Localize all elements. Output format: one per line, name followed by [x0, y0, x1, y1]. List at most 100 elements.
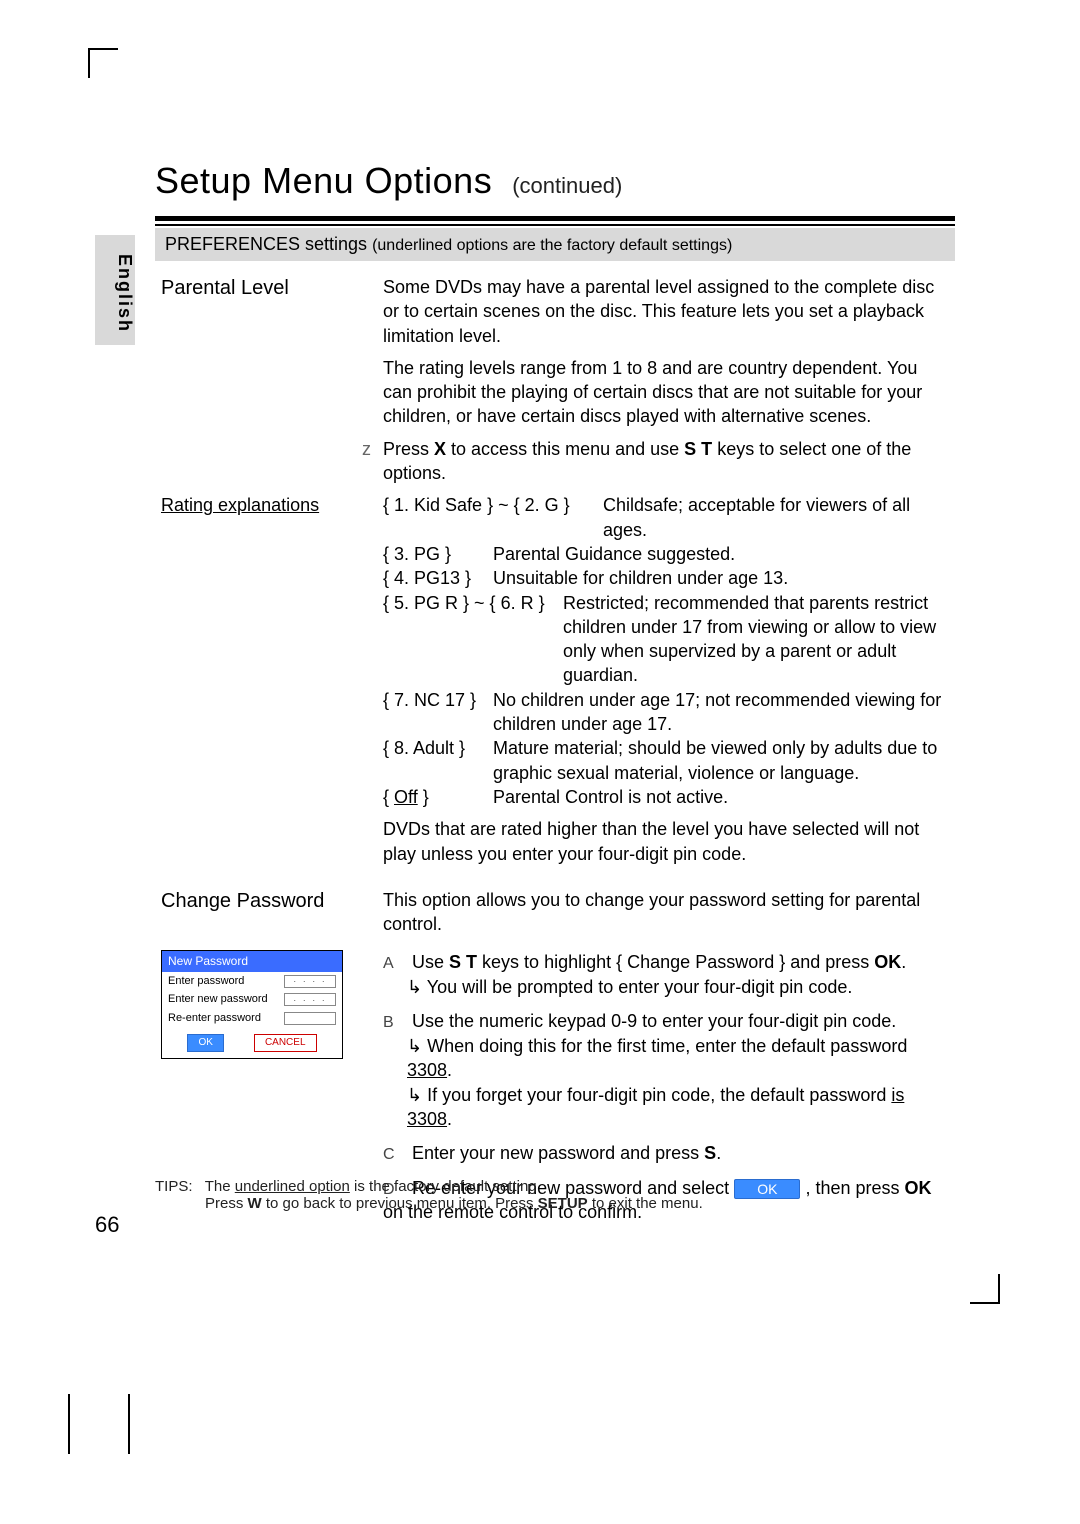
content-area: Setup Menu Options (continued) PREFERENC… [155, 160, 955, 1229]
rating-explanations-label: Rating explanations [161, 495, 319, 515]
page-title-continued: (continued) [512, 173, 622, 199]
dialog-label: Re-enter password [168, 1011, 261, 1026]
txt: to exit the menu. [588, 1195, 703, 1212]
step-b-sub2: ↳ If you forget your four-digit pin code… [383, 1083, 949, 1132]
txt: Use the numeric keypad 0-9 to enter your… [412, 1011, 896, 1031]
rating-row: { 3. PG } Parental Guidance suggested. [383, 542, 949, 566]
rating-row: { 4. PG13 } Unsuitable for children unde… [383, 566, 949, 590]
txt: keys to highlight { Change Password } an… [477, 952, 874, 972]
section-head-sub: (underlined options are the factory defa… [372, 237, 732, 254]
parental-desc-1: Some DVDs may have a parental level assi… [377, 271, 955, 352]
change-password-desc: This option allows you to change your pa… [377, 870, 955, 941]
step-a-sub: ↳ You will be prompted to enter your fou… [383, 975, 949, 999]
manual-page: English Setup Menu Options (continued) P… [0, 0, 1080, 1524]
table-row: z Press X to access this menu and use S … [155, 433, 955, 490]
rating-row: { 5. PG R } ~ { 6. R } Restricted; recom… [383, 591, 949, 688]
rating-desc: No children under age 17; not recommende… [493, 688, 949, 737]
rule-thin [155, 224, 955, 226]
key-ok: S [704, 1143, 716, 1163]
table-row: Rating explanations { 1. Kid Safe } ~ { … [155, 489, 955, 813]
step-marker: B [383, 1012, 407, 1034]
step-a: A Use S T keys to highlight { Change Pas… [383, 950, 949, 999]
key-ok: OK [874, 952, 901, 972]
section-header: PREFERENCES settings (underlined options… [155, 228, 955, 261]
key-st: S T [449, 952, 477, 972]
language-tab: English [95, 235, 135, 345]
password-field[interactable]: · · · · [284, 993, 336, 1006]
key-setup: SETUP [538, 1195, 588, 1212]
rating-row-off: { Off } Parental Control is not active. [383, 785, 949, 809]
rating-key: { 5. PG R } ~ { 6. R } [383, 591, 553, 688]
table-row: Parental Level Some DVDs may have a pare… [155, 271, 955, 352]
default-code: 3308 [407, 1060, 447, 1080]
parental-level-label: Parental Level [161, 277, 289, 299]
rating-desc: Unsuitable for children under age 13. [493, 566, 949, 590]
password-field[interactable] [284, 1012, 336, 1025]
txt: to access this menu and use [446, 439, 684, 459]
tips-footer: TIPS: The underlined option is the facto… [155, 1178, 703, 1212]
txt: You will be prompted to enter your four-… [427, 977, 853, 997]
rating-desc: Childsafe; acceptable for viewers of all… [603, 493, 949, 542]
off-underline: Off [394, 787, 418, 807]
key-x: X [434, 439, 446, 459]
step-marker: C [383, 1144, 407, 1166]
rating-row: { 7. NC 17 } No children under age 17; n… [383, 688, 949, 737]
txt: is the factory default setting. [350, 1178, 541, 1195]
dialog-label: Enter password [168, 974, 244, 989]
ok-button[interactable]: OK [187, 1034, 223, 1052]
z-bullet-icon: z [362, 439, 371, 459]
password-field[interactable]: · · · · [284, 975, 336, 988]
txt: to go back to previous menu item. Press [262, 1195, 538, 1212]
txt: Press [205, 1195, 248, 1212]
page-title-row: Setup Menu Options (continued) [155, 160, 955, 202]
key-st: S T [684, 439, 712, 459]
tips-head: TIPS: [155, 1178, 193, 1195]
parental-desc-2: The rating levels range from 1 to 8 and … [377, 352, 955, 433]
txt: If you forget your four-digit pin code, … [427, 1085, 891, 1105]
dialog-row: Re-enter password [162, 1009, 342, 1028]
txt: . [447, 1060, 452, 1080]
key-w: W [248, 1195, 262, 1212]
page-title: Setup Menu Options [155, 160, 492, 202]
step-b-sub1: ↳ When doing this for the ﬁrst time, ent… [383, 1034, 949, 1083]
txt: . [901, 952, 906, 972]
inline-ok-button[interactable]: OK [734, 1179, 800, 1199]
txt: Press [383, 439, 434, 459]
rating-key: { 1. Kid Safe } ~ { 2. G } [383, 493, 593, 542]
crop-mark-br [970, 1274, 1000, 1304]
rating-key: { 3. PG } [383, 542, 483, 566]
change-password-label: Change Password [161, 890, 324, 912]
cancel-button[interactable]: CANCEL [254, 1034, 317, 1052]
parental-instruction: Press X to access this menu and use S T … [377, 433, 955, 490]
rating-key-off: { Off } [383, 785, 483, 809]
settings-table: Parental Level Some DVDs may have a pare… [155, 271, 955, 1229]
txt: Enter your new password and press [412, 1143, 704, 1163]
crop-mark-bl2 [128, 1394, 130, 1454]
key-ok: OK [905, 1178, 932, 1198]
rating-key: { 4. PG13 } [383, 566, 483, 590]
dialog-title: New Password [162, 951, 342, 971]
txt: When doing this for the ﬁrst time, enter… [427, 1036, 907, 1056]
txt: . [716, 1143, 721, 1163]
ratings-note: DVDs that are rated higher than the leve… [377, 813, 955, 870]
rating-desc: Restricted; recommended that parents res… [563, 591, 949, 688]
step-marker: A [383, 953, 407, 975]
table-row: Change Password This option allows you t… [155, 870, 955, 941]
txt: The [205, 1178, 235, 1195]
dialog-label: Enter new password [168, 992, 268, 1007]
page-number: 66 [95, 1212, 119, 1238]
txt: , then press [805, 1178, 904, 1198]
txt: . [447, 1109, 452, 1129]
step-c: C Enter your new password and press S. [383, 1141, 949, 1166]
crop-mark-tl [88, 48, 118, 78]
table-row: DVDs that are rated higher than the leve… [155, 813, 955, 870]
rating-key: { 7. NC 17 } [383, 688, 483, 737]
dialog-row: Enter new password · · · · [162, 990, 342, 1009]
crop-mark-bl1 [68, 1394, 70, 1454]
section-head-text: PREFERENCES settings [165, 234, 367, 254]
rule-thick [155, 216, 955, 221]
txt: Use [412, 952, 449, 972]
tips-underline: underlined option [235, 1178, 350, 1195]
rating-desc: Mature material; should be viewed only b… [493, 736, 949, 785]
rating-row: { 8. Adult } Mature material; should be … [383, 736, 949, 785]
